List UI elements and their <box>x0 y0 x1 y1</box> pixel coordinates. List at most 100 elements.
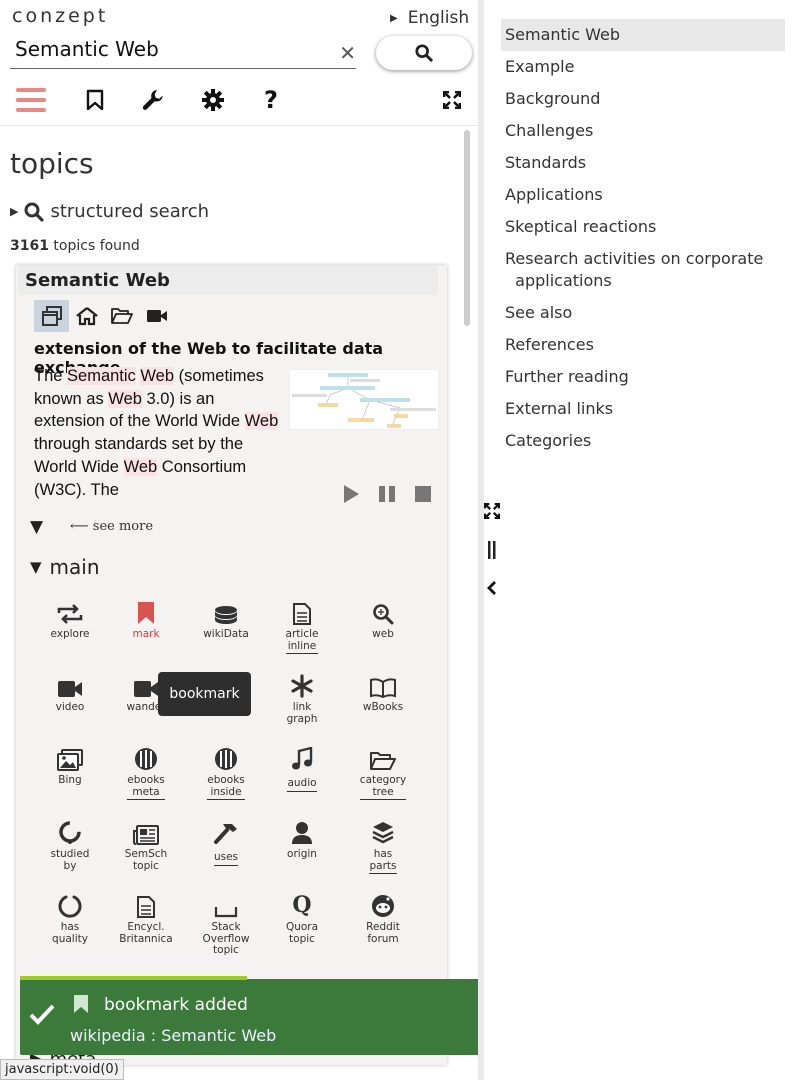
images-icon <box>32 741 108 771</box>
see-more-link[interactable]: ⟵ see more <box>70 519 153 534</box>
toc-item[interactable]: Background <box>501 83 785 115</box>
expand-pane-button[interactable] <box>484 503 500 519</box>
action-encycl-britannica[interactable]: Encycl. Britannica <box>108 888 184 945</box>
action-label: has parts <box>369 848 397 874</box>
action-label: ebooks meta <box>127 774 165 800</box>
action-ebooks-inside[interactable]: ebooks inside <box>188 741 264 800</box>
check-icon <box>29 1004 55 1025</box>
action-label: category tree <box>359 774 407 800</box>
settings-button[interactable] <box>197 84 229 116</box>
action-has-parts[interactable]: has parts <box>345 815 421 874</box>
toc-item[interactable]: Applications <box>501 179 785 211</box>
action-quora-topic[interactable]: Q Quora topic <box>264 888 340 945</box>
tab-video[interactable] <box>139 300 174 332</box>
search-input[interactable] <box>10 32 330 66</box>
toc-item[interactable]: External links <box>501 393 785 425</box>
action-label: Reddit forum <box>366 921 400 945</box>
action-label: wikiData <box>203 628 249 640</box>
highlighted-term: Web <box>123 457 158 476</box>
action-mark[interactable]: mark <box>108 595 184 641</box>
section-main-toggle[interactable]: ▼ main <box>30 555 100 579</box>
search-icon <box>415 44 433 62</box>
results-text: topics found <box>48 238 140 254</box>
collapse-pane-button[interactable] <box>484 580 500 596</box>
tooltip: bookmark <box>158 672 251 716</box>
action-wbooks[interactable]: wBooks <box>345 668 421 714</box>
card-title[interactable]: Semantic Web <box>18 265 438 295</box>
toc-item[interactable]: Example <box>501 51 785 83</box>
toc-item[interactable]: References <box>501 329 785 361</box>
action-article-inline[interactable]: article inline <box>264 595 340 654</box>
caret-right-icon: ▶ <box>390 12 398 24</box>
action-uses[interactable]: uses <box>188 815 264 866</box>
language-label: English <box>407 8 470 28</box>
gear-icon <box>202 89 224 111</box>
resize-handle[interactable] <box>484 540 500 560</box>
action-link-graph[interactable]: link graph <box>264 668 340 725</box>
action-wikidata[interactable]: wikiData <box>188 595 264 641</box>
search-icon <box>24 202 45 222</box>
search-button[interactable] <box>376 36 472 70</box>
language-selector[interactable]: ▶ English <box>390 8 469 28</box>
table-of-contents: Semantic Web Example Background Challenges S… <box>501 19 785 457</box>
toc-item[interactable]: Further reading <box>501 361 785 393</box>
action-origin[interactable]: origin <box>264 815 340 861</box>
media-controls <box>340 483 434 505</box>
action-label: explore <box>50 628 90 640</box>
play-icon[interactable] <box>340 483 362 505</box>
archive-icon <box>188 741 264 771</box>
caret-down-icon: ▼ <box>30 558 42 576</box>
tab-overview[interactable] <box>34 300 69 332</box>
action-label: Encycl. Britannica <box>119 921 173 945</box>
highlighted-term: Web <box>108 389 142 408</box>
notification-toast: bookmark added wikipedia : Semantic Web … <box>20 976 478 1055</box>
action-semsch-topic[interactable]: SemSch topic <box>108 815 184 872</box>
card-thumbnail[interactable] <box>289 369 439 430</box>
toc-item[interactable]: Challenges <box>501 115 785 147</box>
action-reddit-forum[interactable]: Reddit forum <box>345 888 421 945</box>
reddit-icon <box>345 888 421 918</box>
app-logo[interactable]: conzept <box>12 5 108 27</box>
help-button[interactable]: ? <box>255 84 287 116</box>
action-explore[interactable]: explore <box>32 595 108 641</box>
video-icon <box>32 668 108 698</box>
windows-icon <box>41 306 62 326</box>
toc-item[interactable]: Research activities on corporate applica… <box>501 243 785 297</box>
bookmarks-button[interactable] <box>79 84 111 116</box>
collapse-toggle-icon[interactable]: ▼ <box>30 517 43 537</box>
toc-item[interactable]: Standards <box>501 147 785 179</box>
stop-icon[interactable] <box>412 483 434 505</box>
action-label: ebooks inside <box>207 774 245 800</box>
toc-item[interactable]: Skeptical reactions <box>501 211 785 243</box>
book-open-icon <box>345 668 421 698</box>
action-bing[interactable]: Bing <box>32 741 108 787</box>
action-category-tree[interactable]: category tree <box>345 741 421 800</box>
menu-button[interactable] <box>16 84 48 116</box>
action-stack-overflow-topic[interactable]: Stack Overflow topic <box>188 888 264 957</box>
tab-home[interactable] <box>69 300 104 332</box>
action-video[interactable]: video <box>32 668 108 714</box>
fullscreen-button[interactable] <box>436 84 468 116</box>
toc-item[interactable]: Semantic Web <box>501 19 785 51</box>
action-label: article inline <box>285 628 319 654</box>
repeat-icon <box>32 595 108 625</box>
clear-icon[interactable]: ✕ <box>339 41 356 65</box>
bookmark-outline-icon <box>86 89 104 111</box>
action-has-quality[interactable]: has quality <box>32 888 108 945</box>
highlighted-term: Web <box>244 412 279 431</box>
caret-right-icon: ▶ <box>10 205 19 218</box>
toc-item[interactable]: See also <box>501 297 785 329</box>
scrollbar-thumb[interactable] <box>464 130 470 326</box>
file-text-icon <box>108 888 184 918</box>
home-icon <box>75 307 98 326</box>
tools-button[interactable] <box>137 84 169 116</box>
action-studied-by[interactable]: studied by <box>32 815 108 872</box>
pause-icon[interactable] <box>376 483 398 505</box>
structured-search-label: structured search <box>50 201 210 222</box>
action-ebooks-meta[interactable]: ebooks meta <box>108 741 184 800</box>
toc-item[interactable]: Categories <box>501 425 785 457</box>
action-audio[interactable]: audio <box>264 741 340 792</box>
action-web[interactable]: web <box>345 595 421 641</box>
structured-search-toggle[interactable]: ▶ structured search <box>10 201 209 222</box>
tab-folder[interactable] <box>104 300 139 332</box>
